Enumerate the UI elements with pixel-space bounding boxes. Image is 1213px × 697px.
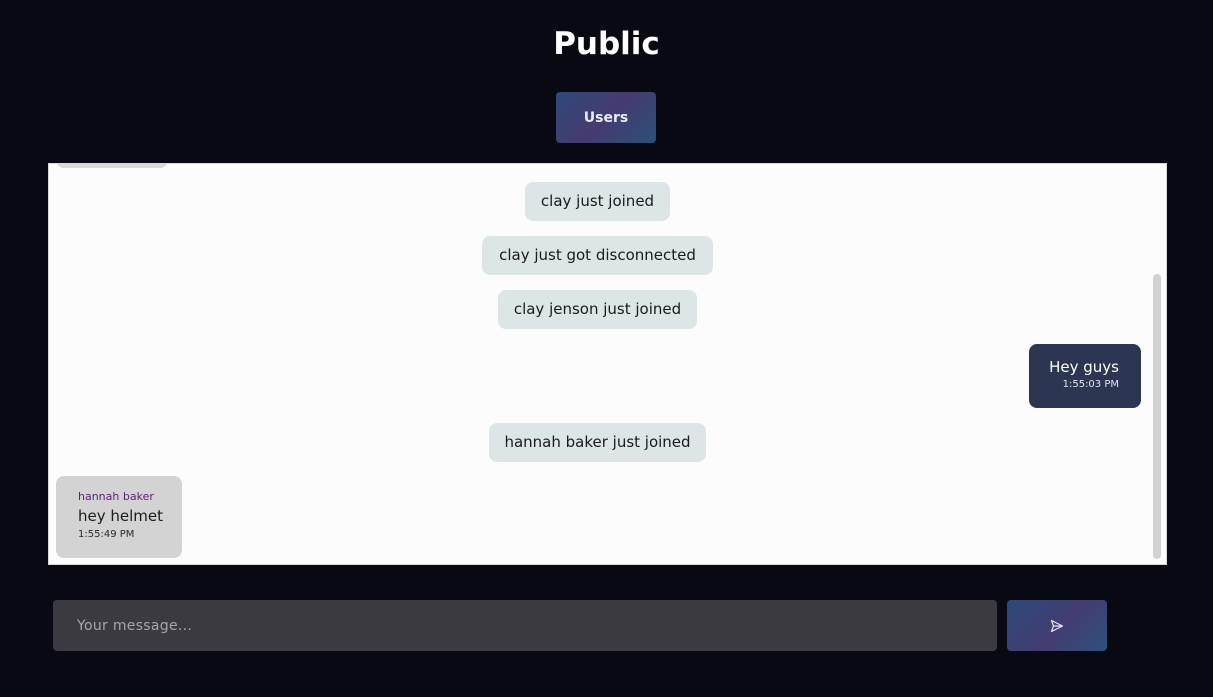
send-button[interactable]: [1007, 600, 1107, 651]
message-timestamp: 1:55:03 PM: [1062, 379, 1119, 390]
send-icon: [1050, 619, 1064, 633]
chat-page: Public Users clay just joined clay just …: [0, 0, 1213, 697]
outgoing-message: Hey guys 1:55:03 PM: [1029, 344, 1141, 408]
system-message: clay jenson just joined: [498, 290, 697, 329]
message-timestamp: 1:55:49 PM: [78, 529, 135, 540]
message-bubble-partial: [56, 164, 168, 168]
message-text: hey helmet: [78, 507, 164, 525]
system-message: clay just got disconnected: [482, 236, 713, 275]
system-message: hannah baker just joined: [489, 423, 706, 462]
users-button[interactable]: Users: [556, 92, 656, 143]
room-title: Public: [553, 26, 660, 62]
incoming-message: hannah baker hey helmet 1:55:49 PM: [56, 476, 182, 558]
message-list[interactable]: clay just joined clay just got disconnec…: [48, 163, 1167, 565]
message-sender: hannah baker: [78, 490, 154, 503]
system-message: clay just joined: [525, 182, 670, 221]
message-text: Hey guys: [1049, 358, 1119, 376]
scrollbar-thumb[interactable]: [1153, 274, 1161, 559]
message-input[interactable]: [53, 600, 997, 651]
